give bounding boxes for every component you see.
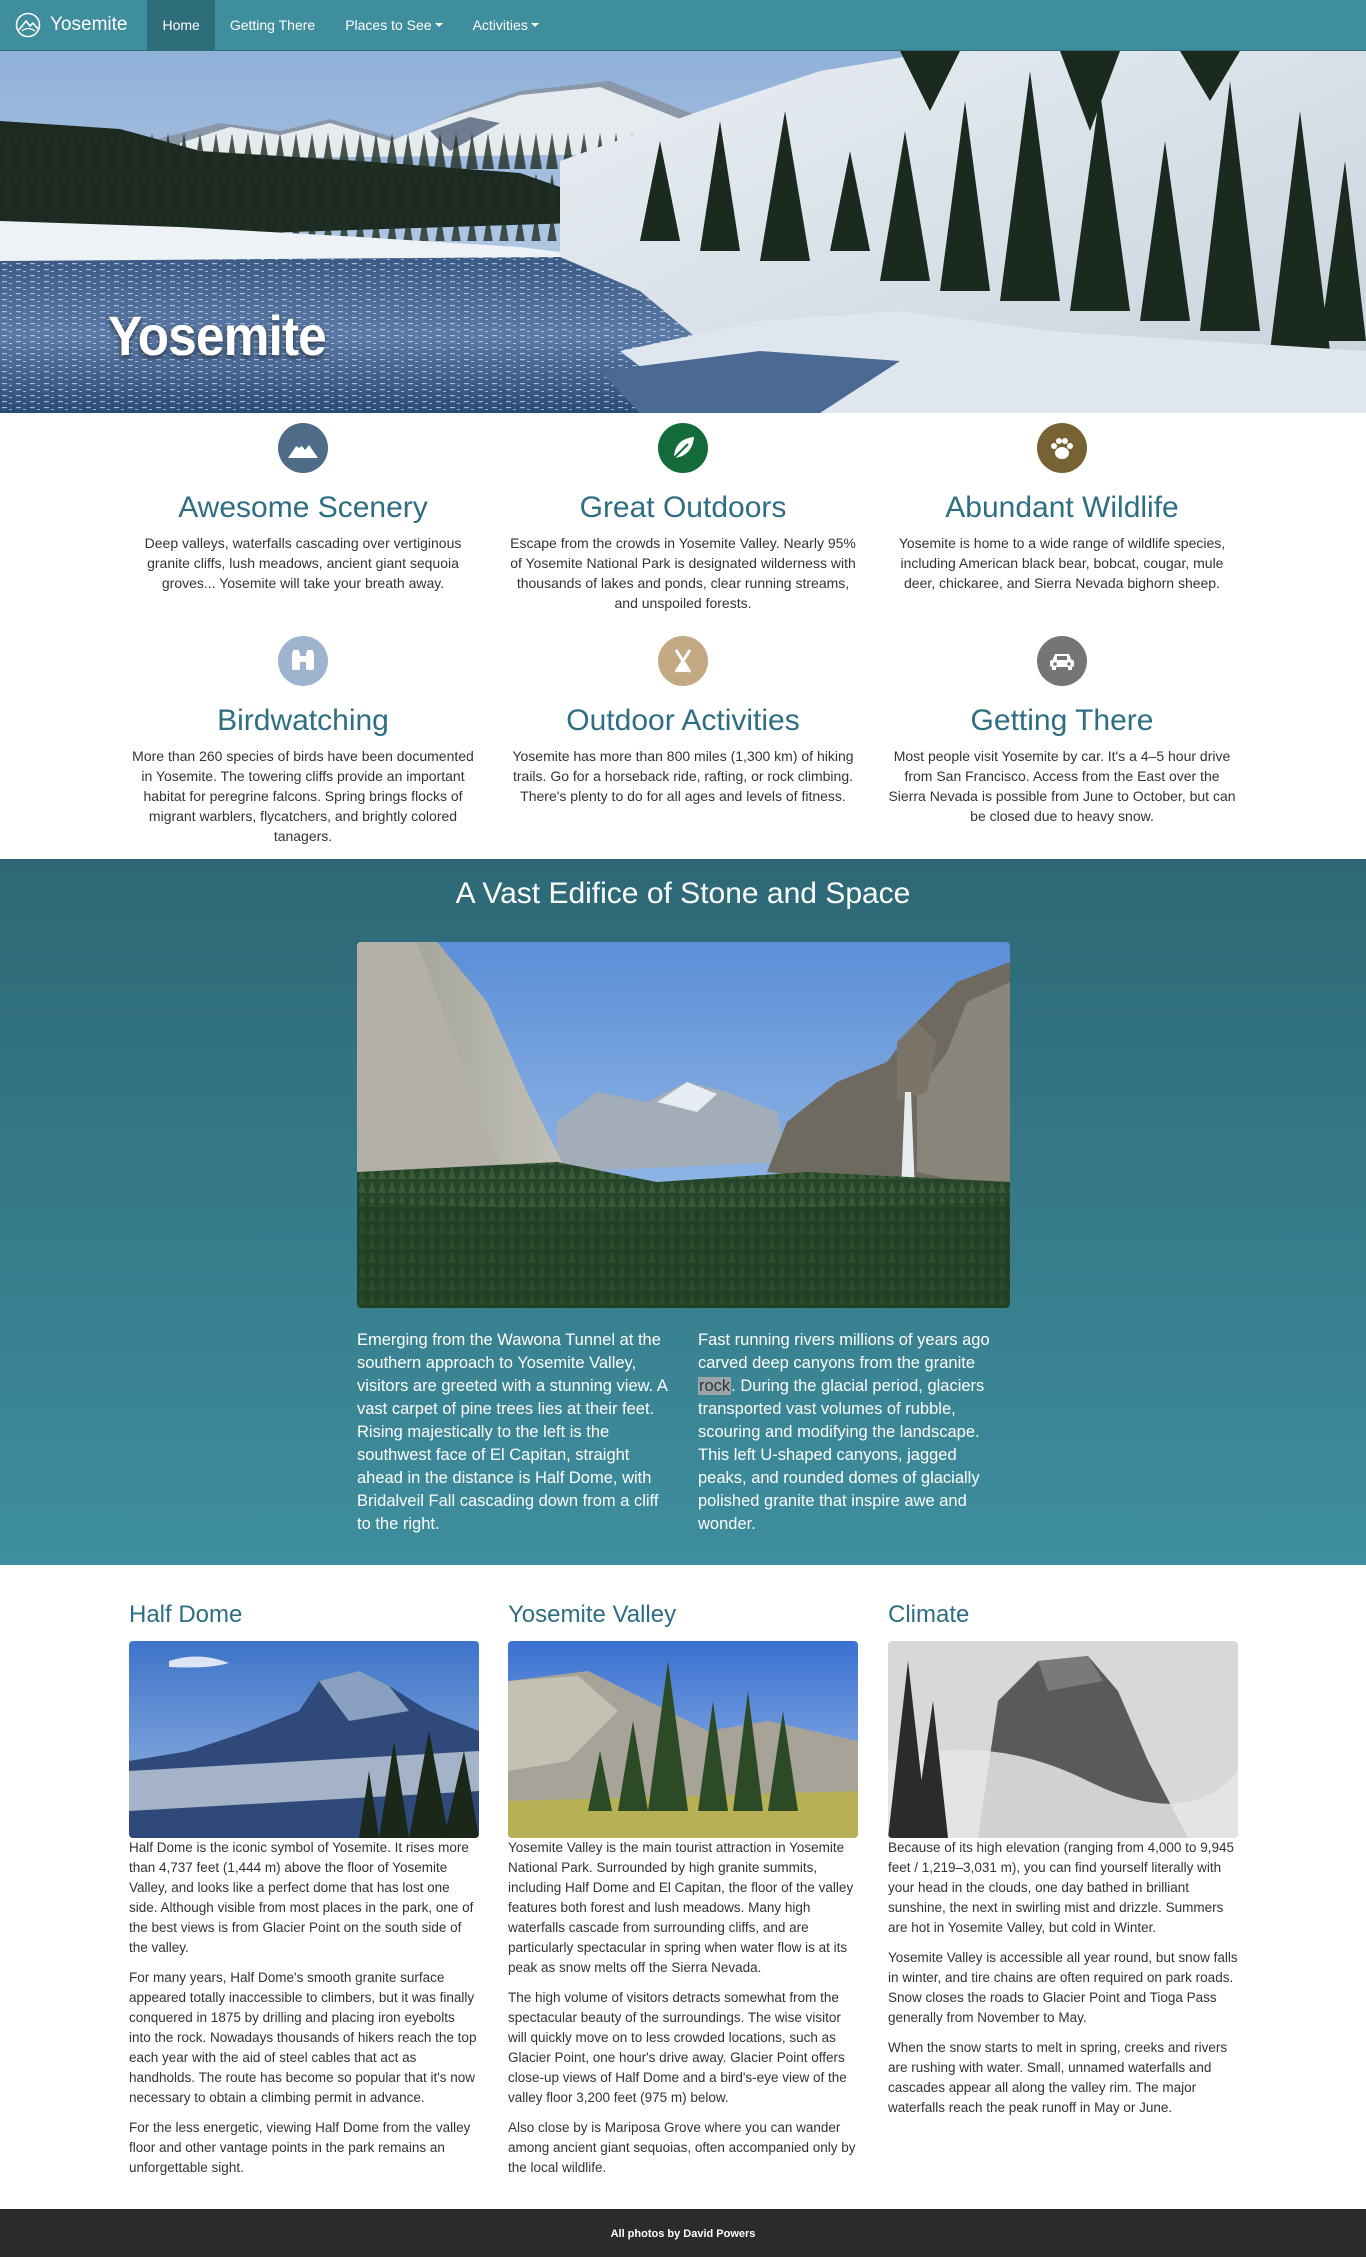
places-columns: Half Dome Half Dome is the iconic symbol… (0, 1565, 1366, 2209)
footer: All photos by David Powers (0, 2209, 1366, 2257)
feature-title: Getting There (970, 704, 1154, 737)
column-title: Half Dome (129, 1601, 243, 1628)
column-yosemite-valley: Yosemite Valley Yosemite Valley is the m… (508, 1565, 858, 2178)
edifice-title: A Vast Edifice of Stone and Space (455, 877, 911, 910)
feature-text: Most people visit Yosemite by car. It's … (888, 748, 1236, 824)
column-paragraph: For many years, Half Dome's smooth grani… (129, 1970, 477, 2105)
column-paragraph: Yosemite Valley is accessible all year r… (888, 1950, 1238, 2025)
feature-getting-there: Getting There Most people visit Yosemite… (887, 636, 1237, 826)
nav-home-label: Home (162, 17, 200, 33)
hero-title: Yosemite (108, 304, 327, 367)
yosemite-logo-icon (15, 12, 41, 38)
feature-text: Escape from the crowds in Yosemite Valle… (510, 535, 856, 611)
column-climate: Climate Because of its high elevation (r… (888, 1565, 1238, 2118)
feature-title: Awesome Scenery (178, 491, 428, 524)
highlighted-word: rock (698, 1377, 732, 1395)
nav-places-to-see-label: Places to See (345, 17, 432, 33)
hero-banner: Yosemite (0, 51, 1366, 413)
nav-activities-label: Activities (472, 17, 528, 33)
column-title: Yosemite Valley (508, 1601, 677, 1628)
climate-image (888, 1641, 1238, 1838)
column-paragraph: Because of its high elevation (ranging f… (888, 1840, 1234, 1935)
yosemite-valley-image (508, 1641, 858, 1838)
nav-activities[interactable]: Activities (458, 0, 554, 50)
feature-title: Great Outdoors (579, 491, 787, 524)
camping-icon (658, 636, 708, 686)
feature-text: Deep valleys, waterfalls cascading over … (144, 535, 462, 591)
brand-link[interactable]: Yosemite (0, 0, 147, 50)
caret-down-icon (434, 23, 443, 27)
valley-view-image (357, 942, 1010, 1308)
column-half-dome: Half Dome Half Dome is the iconic symbol… (129, 1565, 479, 2178)
column-title: Climate (888, 1601, 970, 1628)
half-dome-image (129, 1641, 479, 1838)
column-paragraph: Also close by is Mariposa Grove where yo… (508, 2120, 856, 2175)
column-paragraph: When the snow starts to melt in spring, … (888, 2040, 1228, 2115)
feature-title: Outdoor Activities (566, 704, 800, 737)
edifice-right-text-after: . During the glacial period, glaciers tr… (698, 1377, 985, 1533)
nav-home[interactable]: Home (147, 0, 215, 50)
feature-awesome-scenery: Awesome Scenery Deep valleys, waterfalls… (128, 423, 478, 593)
edifice-right-text: Fast running rivers millions of years ag… (698, 1329, 1008, 1536)
column-paragraph: Yosemite Valley is the main tourist attr… (508, 1840, 854, 1975)
leaf-icon (658, 423, 708, 473)
column-paragraph: The high volume of visitors detracts som… (508, 1990, 847, 2105)
navbar: Yosemite Home Getting There Places to Se… (0, 0, 1366, 51)
feature-title: Birdwatching (217, 704, 389, 737)
edifice-section: A Vast Edifice of Stone and Space Emergi… (0, 859, 1366, 1565)
paw-icon (1037, 423, 1087, 473)
mountain-icon (278, 423, 328, 473)
feature-great-outdoors: Great Outdoors Escape from the crowds in… (508, 423, 858, 613)
column-paragraph: Half Dome is the iconic symbol of Yosemi… (129, 1840, 474, 1955)
edifice-left-text: Emerging from the Wawona Tunnel at the s… (357, 1331, 668, 1533)
features-section: Awesome Scenery Deep valleys, waterfalls… (0, 413, 1366, 859)
feature-text: More than 260 species of birds have been… (132, 748, 474, 844)
feature-abundant-wildlife: Abundant Wildlife Yosemite is home to a … (887, 423, 1237, 593)
nav-places-to-see[interactable]: Places to See (330, 0, 457, 50)
feature-birdwatching: Birdwatching More than 260 species of bi… (128, 636, 478, 846)
car-icon (1037, 636, 1087, 686)
brand-name: Yosemite (50, 14, 128, 35)
feature-title: Abundant Wildlife (945, 491, 1179, 524)
edifice-right-text-before: Fast running rivers millions of years ag… (698, 1331, 990, 1372)
binoculars-icon (278, 636, 328, 686)
feature-outdoor-activities: Outdoor Activities Yosemite has more tha… (508, 636, 858, 806)
feature-text: Yosemite is home to a wide range of wild… (898, 535, 1226, 591)
caret-down-icon (530, 23, 539, 27)
feature-text: Yosemite has more than 800 miles (1,300 … (512, 748, 854, 804)
footer-credit: All photos by David Powers (610, 2227, 756, 2240)
column-paragraph: For the less energetic, viewing Half Dom… (129, 2120, 471, 2175)
nav-getting-there[interactable]: Getting There (215, 0, 330, 50)
nav-getting-there-label: Getting There (229, 17, 316, 33)
